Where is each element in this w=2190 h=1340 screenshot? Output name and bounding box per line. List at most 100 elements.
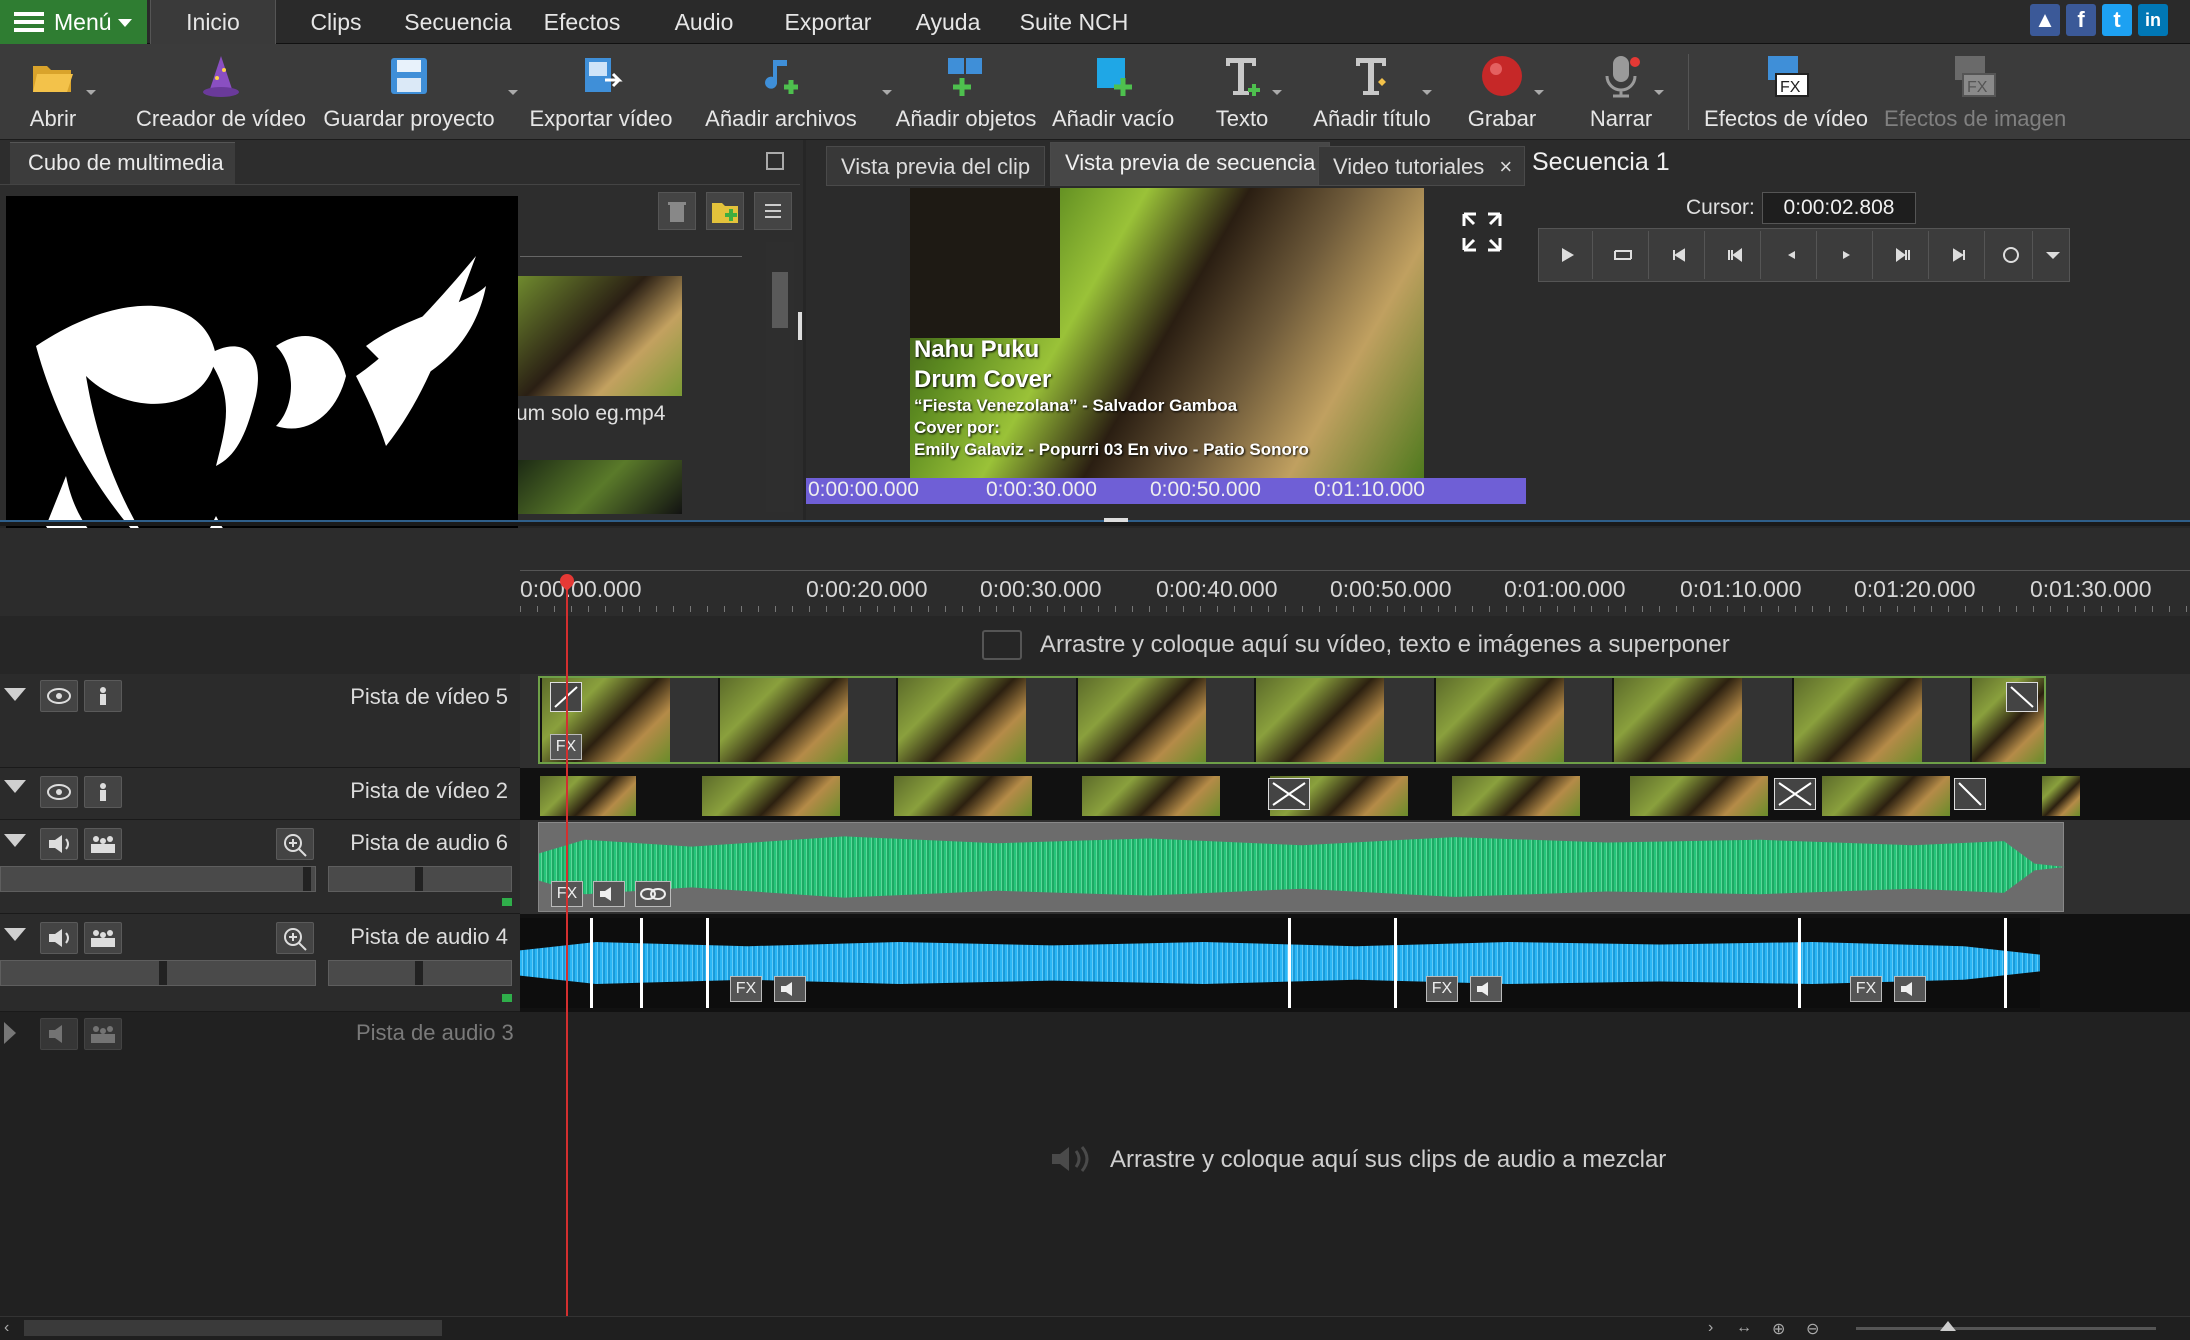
clip-thumbnail[interactable] bbox=[1450, 776, 1580, 816]
zoom-slider-handle[interactable] bbox=[1940, 1321, 1956, 1331]
timeline-ruler[interactable]: 0:00:00.000 0:00:20.000 0:00:30.000 0:00… bbox=[0, 528, 2190, 616]
undock-icon[interactable] bbox=[766, 152, 784, 170]
speaker-icon[interactable] bbox=[40, 828, 78, 860]
splitter-grip[interactable] bbox=[1104, 518, 1128, 522]
like-icon[interactable]: ▲ bbox=[2030, 4, 2060, 36]
clip-thumbnail[interactable] bbox=[892, 776, 1032, 816]
step-back-icon[interactable] bbox=[1765, 231, 1817, 279]
clip-thumbnail[interactable] bbox=[1820, 776, 1950, 816]
media-file-name[interactable]: um solo eg.mp4 bbox=[516, 402, 665, 426]
media-bin-tab[interactable]: Cubo de multimedia bbox=[10, 142, 235, 184]
clip-thumbnail[interactable] bbox=[538, 776, 636, 816]
add-title-button[interactable]: Añadir título bbox=[1310, 44, 1434, 140]
volume-slider[interactable] bbox=[0, 866, 316, 892]
media-thumbnail[interactable] bbox=[518, 460, 682, 514]
tab-ayuda[interactable]: Ayuda bbox=[908, 0, 988, 44]
scrollbar-thumb[interactable] bbox=[24, 1320, 442, 1336]
loop-icon[interactable] bbox=[1597, 231, 1649, 279]
tab-video-tutorials[interactable]: Video tutoriales × bbox=[1318, 146, 1526, 186]
collapse-icon[interactable] bbox=[4, 688, 26, 701]
zoom-in-icon[interactable]: ⊕ bbox=[1772, 1319, 1785, 1339]
twitter-icon[interactable]: t bbox=[2102, 4, 2132, 36]
video-effects-button[interactable]: FX Efectos de vídeo bbox=[1704, 44, 1868, 140]
tab-secuencia[interactable]: Secuencia bbox=[398, 0, 518, 44]
linkedin-icon[interactable]: in bbox=[2138, 4, 2168, 36]
group-icon[interactable] bbox=[84, 1018, 122, 1050]
clip-fx-button[interactable]: FX bbox=[730, 976, 762, 1002]
zoom-slider[interactable] bbox=[1856, 1321, 2156, 1331]
tab-efectos[interactable]: Efectos bbox=[538, 0, 626, 44]
person-icon[interactable] bbox=[84, 680, 122, 712]
narrate-button[interactable]: Narrar bbox=[1576, 44, 1666, 140]
tab-clips[interactable]: Clips bbox=[290, 0, 382, 44]
step-forward-icon[interactable] bbox=[1821, 231, 1873, 279]
pan-slider[interactable] bbox=[328, 866, 512, 892]
save-project-button[interactable]: Guardar proyecto bbox=[320, 44, 518, 140]
clip-thumbnail[interactable] bbox=[700, 776, 840, 816]
list-view-icon[interactable] bbox=[754, 192, 792, 230]
link-icon[interactable] bbox=[635, 881, 671, 907]
play-icon[interactable] bbox=[1541, 231, 1593, 279]
collapse-icon[interactable] bbox=[4, 928, 26, 941]
facebook-icon[interactable]: f bbox=[2066, 4, 2096, 36]
export-video-button[interactable]: Exportar vídeo bbox=[528, 44, 674, 140]
fade-out-icon[interactable] bbox=[2006, 682, 2038, 712]
tab-inicio[interactable]: Inicio bbox=[150, 0, 276, 44]
speaker-icon[interactable] bbox=[40, 1018, 78, 1050]
volume-slider[interactable] bbox=[0, 960, 316, 986]
video-preview-frame[interactable]: Nahu Puku Drum Cover “Fiesta Venezolana”… bbox=[910, 188, 1424, 478]
tab-suite-nch[interactable]: Suite NCH bbox=[1016, 0, 1132, 44]
tab-clip-preview[interactable]: Vista previa del clip bbox=[826, 146, 1046, 186]
delete-icon[interactable] bbox=[658, 192, 696, 230]
speed-icon[interactable] bbox=[1989, 231, 2033, 279]
record-button[interactable]: Grabar bbox=[1458, 44, 1546, 140]
speaker-icon[interactable] bbox=[40, 922, 78, 954]
main-menu-button[interactable]: Menú bbox=[0, 0, 147, 44]
eye-icon[interactable] bbox=[40, 680, 78, 712]
media-thumbnail[interactable] bbox=[518, 276, 682, 396]
collapse-icon[interactable] bbox=[4, 834, 26, 847]
collapse-icon[interactable] bbox=[4, 780, 26, 793]
audio-clip[interactable]: FX FX FX bbox=[520, 918, 2040, 1008]
clip-thumbnail[interactable] bbox=[1628, 776, 1768, 816]
scroll-left-icon[interactable]: ‹ bbox=[4, 1319, 9, 1337]
scrollbar-thumb[interactable] bbox=[772, 272, 788, 328]
fullscreen-icon[interactable] bbox=[1460, 210, 1504, 254]
person-icon[interactable] bbox=[84, 776, 122, 808]
add-objects-button[interactable]: Añadir objetos bbox=[892, 44, 1040, 140]
go-to-start-icon[interactable] bbox=[1653, 231, 1705, 279]
playhead[interactable] bbox=[566, 576, 568, 1316]
timeline-scrollbar[interactable]: ‹ › ↔ ⊕ ⊖ bbox=[0, 1316, 2190, 1340]
zoom-waveform-icon[interactable] bbox=[276, 828, 314, 860]
scroll-right-icon[interactable]: › bbox=[1708, 1319, 1713, 1337]
transition-icon[interactable] bbox=[1268, 778, 1310, 810]
fade-out-icon[interactable] bbox=[1954, 778, 1986, 810]
clip-volume-icon[interactable] bbox=[593, 881, 625, 907]
add-blank-button[interactable]: Añadir vacío bbox=[1052, 44, 1174, 140]
video-creator-button[interactable]: Creador de vídeo bbox=[136, 44, 306, 140]
transport-dropdown-icon[interactable] bbox=[2037, 231, 2069, 279]
group-icon[interactable] bbox=[84, 922, 122, 954]
horizontal-splitter[interactable] bbox=[0, 520, 2190, 526]
clip-fx-button[interactable]: FX bbox=[1850, 976, 1882, 1002]
clip-thumbnail[interactable] bbox=[1080, 776, 1220, 816]
tab-exportar[interactable]: Exportar bbox=[778, 0, 878, 44]
preview-scrub-bar[interactable]: 0:00:00.000 0:00:30.000 0:00:50.000 0:01… bbox=[806, 478, 1526, 504]
image-effects-button[interactable]: FX Efectos de imagen bbox=[1884, 44, 2066, 140]
text-button[interactable]: Texto bbox=[1200, 44, 1284, 140]
clip-volume-icon[interactable] bbox=[1894, 976, 1926, 1002]
media-scrollbar[interactable] bbox=[766, 242, 794, 512]
open-button[interactable]: Abrir bbox=[8, 44, 98, 140]
clip-volume-icon[interactable] bbox=[774, 976, 806, 1002]
next-clip-icon[interactable] bbox=[1877, 231, 1929, 279]
tab-audio[interactable]: Audio bbox=[664, 0, 744, 44]
zoom-out-icon[interactable]: ⊖ bbox=[1806, 1319, 1819, 1339]
add-files-button[interactable]: Añadir archivos bbox=[700, 44, 892, 140]
clip-fx-button[interactable]: FX bbox=[1426, 976, 1458, 1002]
pan-slider[interactable] bbox=[328, 960, 512, 986]
pane-splitter-handle[interactable] bbox=[798, 312, 802, 340]
go-to-end-icon[interactable] bbox=[1933, 231, 1985, 279]
audio-clip[interactable]: FX bbox=[538, 822, 2065, 912]
clip-thumbnail[interactable] bbox=[2040, 776, 2080, 816]
audio-drop-zone[interactable]: Pista de audio 3 Arrastre y coloque aquí… bbox=[0, 1012, 2190, 1322]
